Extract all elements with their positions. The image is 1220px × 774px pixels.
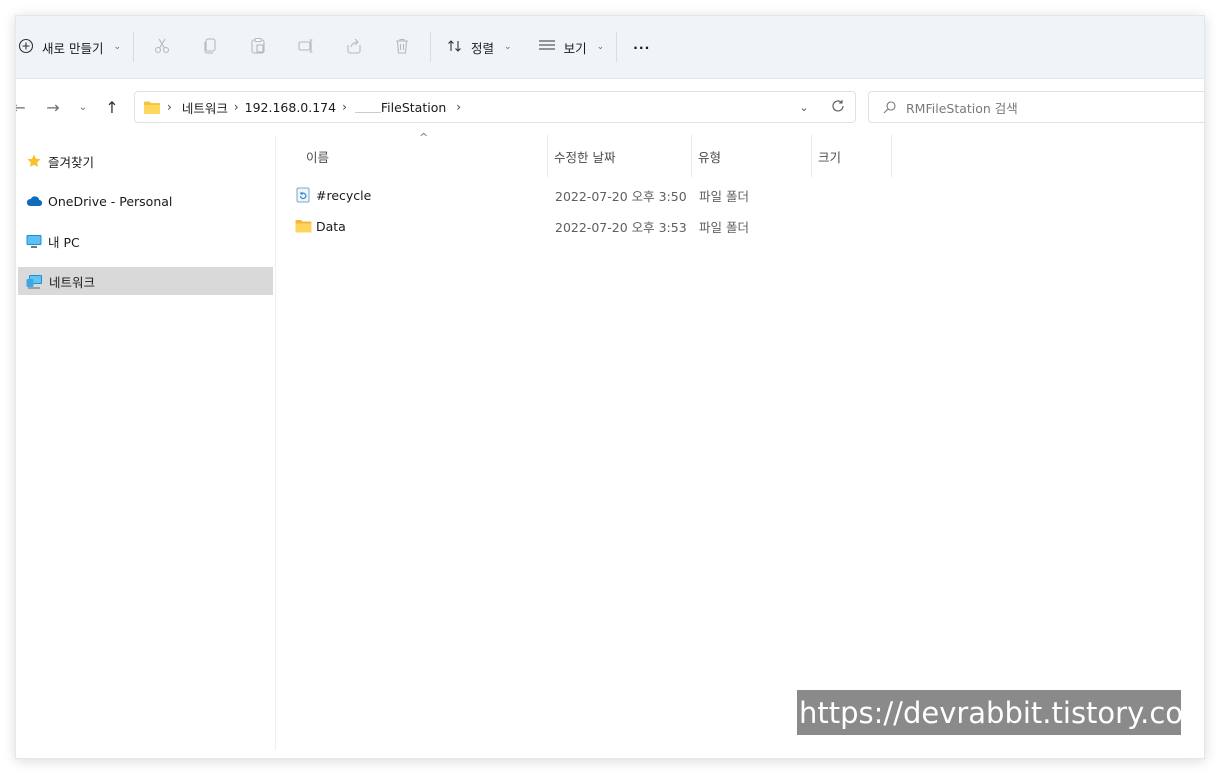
file-name: Data xyxy=(316,218,346,234)
file-name-cell: Data xyxy=(295,211,346,241)
file-list: ^ 이름 수정한 날짜 유형 크기 #recycle 2022-07-20 오후… xyxy=(276,131,1204,750)
address-history-dropdown[interactable]: ⌄ xyxy=(787,101,821,114)
copy-button[interactable] xyxy=(186,30,234,64)
list-view-icon xyxy=(538,39,556,56)
file-name-cell: #recycle xyxy=(296,180,371,210)
more-options-icon: ··· xyxy=(633,39,651,55)
search-icon xyxy=(883,100,896,114)
column-header-type[interactable]: 유형 xyxy=(698,135,811,177)
share-button[interactable] xyxy=(330,30,378,64)
breadcrumb-separator: › xyxy=(167,100,172,114)
plus-circle-icon xyxy=(18,38,34,57)
sort-icon xyxy=(447,38,463,57)
toolbar-divider xyxy=(133,32,135,62)
sidebar-item-label: 즐겨찾기 xyxy=(48,154,95,170)
share-icon xyxy=(345,37,363,58)
refresh-icon xyxy=(831,99,845,116)
sort-button-label: 정렬 xyxy=(471,40,495,56)
file-modified: 2022-07-20 오후 3:53 xyxy=(555,219,687,235)
copy-icon xyxy=(201,37,219,58)
trash-icon xyxy=(393,37,411,58)
sidebar-item-network[interactable]: 네트워크 xyxy=(18,267,273,295)
sort-button[interactable]: 정렬 ⌄ xyxy=(435,30,520,64)
file-explorer-window: 새로 만들기 ⌄ 정렬 ⌄ 보기 ⌄ ··· → ⌄ ↑ › 네트워크 › 19… xyxy=(15,15,1205,759)
sidebar-item-this-pc[interactable]: 내 PC xyxy=(18,227,273,255)
file-type: 파일 폴더 xyxy=(699,188,749,204)
toolbar-divider xyxy=(430,32,432,62)
file-row[interactable]: Data 2022-07-20 오후 3:53 파일 폴더 xyxy=(276,211,1204,241)
status-bar xyxy=(16,750,1204,758)
file-modified: 2022-07-20 오후 3:50 xyxy=(555,188,687,204)
breadcrumb-separator: › xyxy=(342,100,347,114)
arrow-right-icon: → xyxy=(46,97,60,117)
rename-icon xyxy=(297,37,315,58)
new-button[interactable]: 새로 만들기 ⌄ xyxy=(16,30,129,64)
file-row[interactable]: #recycle 2022-07-20 오후 3:50 파일 폴더 xyxy=(276,180,1204,210)
chevron-down-icon: ⌄ xyxy=(78,101,88,113)
back-button[interactable]: ← xyxy=(16,97,30,117)
cut-button[interactable] xyxy=(138,30,186,64)
column-header-name[interactable]: 이름 xyxy=(306,135,546,177)
watermark-overlay: https://devrabbit.tistory.com xyxy=(797,690,1204,735)
chevron-down-icon: ⌄ xyxy=(504,42,512,52)
forward-button[interactable]: → xyxy=(42,97,64,117)
folder-icon xyxy=(295,219,312,233)
column-header-modified[interactable]: 수정한 날짜 xyxy=(554,135,690,177)
chevron-down-icon: ⌄ xyxy=(596,42,605,52)
scissors-icon xyxy=(153,37,171,58)
breadcrumb-host[interactable]: 192.168.0.174 xyxy=(239,100,342,115)
refresh-button[interactable] xyxy=(821,99,855,116)
more-options-button[interactable]: ··· xyxy=(621,30,658,64)
column-header-size[interactable]: 크기 xyxy=(818,135,890,177)
recent-locations-button[interactable]: ⌄ xyxy=(72,97,94,117)
network-icon xyxy=(26,274,43,289)
sidebar-item-onedrive[interactable]: OneDrive - Personal xyxy=(18,187,273,215)
arrow-up-icon: ↑ xyxy=(105,97,119,117)
sidebar-item-label: OneDrive - Personal xyxy=(48,193,173,209)
redacted-share-name xyxy=(354,101,381,113)
breadcrumb-filestation[interactable]: FileStation xyxy=(381,100,452,115)
chevron-down-icon: ⌄ xyxy=(113,42,122,52)
view-button-label: 보기 xyxy=(563,40,587,56)
column-divider[interactable] xyxy=(691,135,692,177)
column-divider[interactable] xyxy=(547,135,548,177)
command-bar: 새로 만들기 ⌄ 정렬 ⌄ 보기 ⌄ ··· xyxy=(16,16,1204,79)
up-button[interactable]: ↑ xyxy=(101,97,123,117)
rename-button[interactable] xyxy=(282,30,330,64)
view-button[interactable]: 보기 ⌄ xyxy=(520,30,613,64)
new-button-label: 새로 만들기 xyxy=(42,40,104,56)
clipboard-icon xyxy=(249,37,267,58)
sidebar-item-label: 네트워크 xyxy=(49,274,96,290)
paste-button[interactable] xyxy=(234,30,282,64)
column-divider[interactable] xyxy=(891,135,892,177)
column-divider[interactable] xyxy=(811,135,812,177)
cloud-icon xyxy=(26,195,42,207)
address-bar[interactable]: › 네트워크 › 192.168.0.174 › FileStation › ⌄ xyxy=(134,91,856,123)
navigation-pane: 즐겨찾기 OneDrive - Personal 내 PC 네트워크 xyxy=(16,135,276,750)
delete-button[interactable] xyxy=(378,30,426,64)
star-icon xyxy=(26,153,42,169)
toolbar-divider xyxy=(616,32,618,62)
breadcrumb-network[interactable]: 네트워크 xyxy=(176,98,234,117)
file-name: #recycle xyxy=(316,187,372,203)
search-placeholder: RMFileStation 검색 xyxy=(906,100,1018,116)
folder-icon xyxy=(143,100,161,115)
sidebar-item-favorites[interactable]: 즐겨찾기 xyxy=(18,147,273,175)
sidebar-item-label: 내 PC xyxy=(48,234,80,250)
navigation-bar: ← → ⌄ ↑ › 네트워크 › 192.168.0.174 › FileSta… xyxy=(16,79,1204,135)
file-type: 파일 폴더 xyxy=(699,219,749,235)
recycle-folder-icon xyxy=(296,187,310,203)
search-box[interactable]: RMFileStation 검색 xyxy=(868,91,1204,123)
monitor-icon xyxy=(26,234,42,249)
breadcrumb-separator: › xyxy=(456,100,462,114)
arrow-left-icon: ← xyxy=(16,98,26,117)
